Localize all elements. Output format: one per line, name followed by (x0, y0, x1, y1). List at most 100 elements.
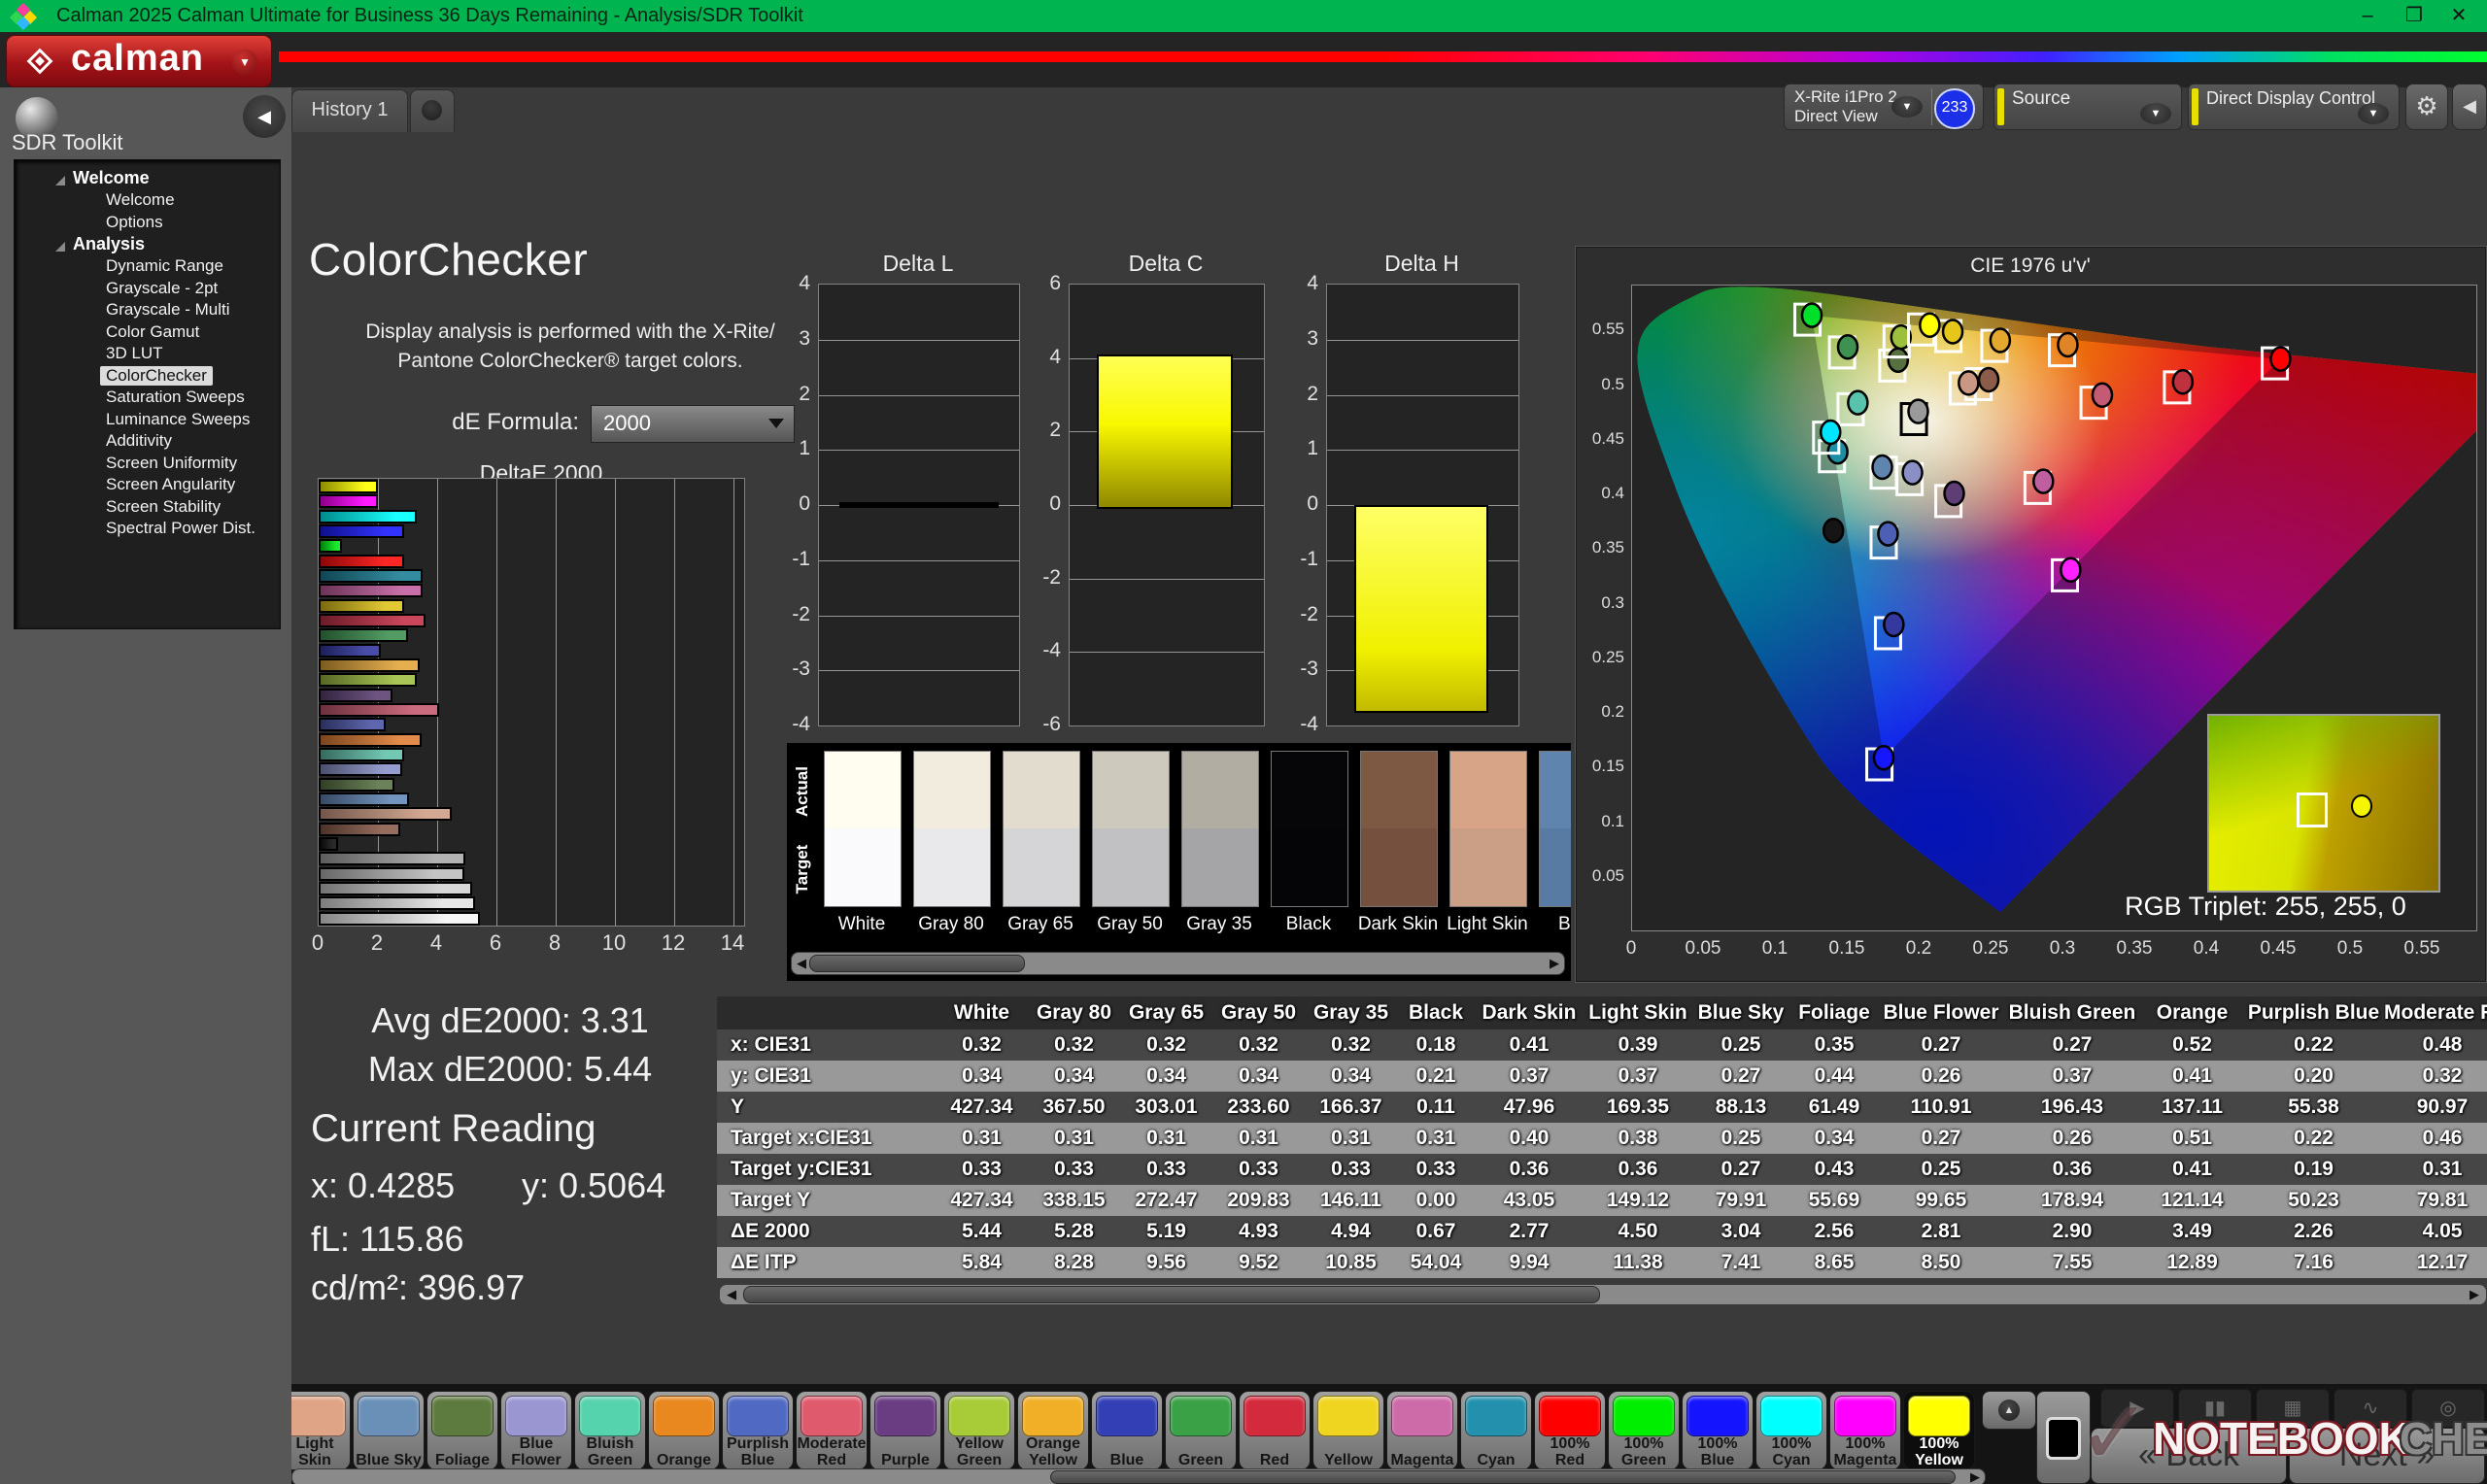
patch-button-foliage[interactable]: Foliage (426, 1391, 498, 1470)
display-control-dropdown[interactable]: Direct Display Control ▼ (2188, 84, 2400, 130)
patch-button-blue-sky[interactable]: Blue Sky (353, 1391, 425, 1470)
patch-button-blue[interactable]: Blue (1091, 1391, 1163, 1470)
patch-button-bluish-green[interactable]: Bluish Green (574, 1391, 646, 1470)
patch-button-red[interactable]: Red (1239, 1391, 1311, 1470)
patch-button-orange-yellow[interactable]: Orange Yellow (1017, 1391, 1089, 1470)
meter-dropdown-arrow-icon[interactable]: ▼ (1891, 96, 1923, 118)
sidebar-item-colorchecker[interactable]: ColorChecker (100, 365, 213, 386)
sidebar-item-screen-angularity[interactable]: Screen Angularity (100, 475, 241, 494)
sidebar-item-saturation-sweeps[interactable]: Saturation Sweeps (100, 388, 251, 407)
tree-expander-icon[interactable] (55, 242, 65, 252)
sidebar-item-grayscale-2pt[interactable]: Grayscale - 2pt (100, 279, 223, 298)
patch-button-100-blue[interactable]: 100% Blue (1682, 1391, 1754, 1470)
minimize-button[interactable]: – (2345, 2, 2390, 29)
media-loop-button[interactable]: ∿ (2334, 1389, 2407, 1428)
patch-button-purple[interactable]: Purple (869, 1391, 941, 1470)
y-tick-4: 4 (799, 272, 810, 294)
tree-expander-icon[interactable] (55, 176, 65, 186)
patch-button-light-skin[interactable]: Light Skin (291, 1391, 351, 1470)
back-button-label: Back (2165, 1436, 2239, 1473)
sidebar-item-options[interactable]: Options (100, 213, 169, 232)
patch-chip (727, 1396, 789, 1436)
source-dropdown-arrow-icon[interactable]: ▼ (2140, 103, 2171, 124)
maximize-button[interactable]: ❐ (2392, 2, 2436, 29)
chart-icon: ▦ (2283, 1398, 2302, 1419)
cell-Y-Gray-65: 303.01 (1135, 1096, 1198, 1118)
cell-Y-Blue-Flower: 110.91 (1910, 1096, 1972, 1118)
scroll-right-icon[interactable]: ▶ (1545, 953, 1564, 974)
y-tick--4: -4 (792, 713, 810, 735)
cell-Target-Y-Purplish-Blue: 50.23 (2288, 1189, 2339, 1211)
patch-button-purplish-blue[interactable]: Purplish Blue (722, 1391, 794, 1470)
scroll-left-icon[interactable]: ◀ (792, 953, 811, 974)
patch-button-green[interactable]: Green (1165, 1391, 1237, 1470)
table-scrollbar-thumb[interactable] (743, 1286, 1600, 1303)
media-pause-button[interactable]: ▮▮ (2178, 1389, 2252, 1428)
patch-button-orange[interactable]: Orange (648, 1391, 720, 1470)
cell-x-CIE31-Moderate-Red: 0.48 (2422, 1033, 2463, 1056)
patch-button-100-yellow[interactable]: 100% Yellow (1903, 1391, 1975, 1470)
patch-button-blue-flower[interactable]: Blue Flower (500, 1391, 572, 1470)
sidebar-group-welcome[interactable]: Welcome (73, 168, 150, 188)
sidebar-item-welcome[interactable]: Welcome (100, 190, 181, 210)
collapse-up-button[interactable]: ▲ (1982, 1391, 2036, 1430)
tab-new[interactable] (410, 89, 455, 132)
patch-button-label: Green (1177, 1452, 1224, 1468)
sidebar-item-additivity[interactable]: Additivity (100, 431, 178, 451)
back-button[interactable]: « Back (2091, 1428, 2287, 1484)
de-formula-dropdown[interactable]: 2000 (591, 405, 795, 443)
cell-Y-Purplish-Blue: 55.38 (2288, 1096, 2339, 1118)
sidebar-item-luminance-sweeps[interactable]: Luminance Sweeps (100, 410, 256, 429)
sidebar-item-screen-uniformity[interactable]: Screen Uniformity (100, 454, 243, 473)
cell-Target-y-CIE31-Orange: 0.41 (2172, 1158, 2212, 1180)
sidebar-item-dynamic-range[interactable]: Dynamic Range (100, 256, 229, 276)
pattern-window-button[interactable] (2036, 1391, 2091, 1484)
meter-dropdown[interactable]: X-Rite i1Pro 2 Direct View ▼ 233 (1784, 84, 1984, 130)
sidebar-item-spectral-power-dist-[interactable]: Spectral Power Dist. (100, 519, 261, 538)
deltae-bar-blue-sky (319, 792, 409, 806)
sidebar-group-analysis[interactable]: Analysis (73, 234, 145, 254)
scroll-right-icon[interactable]: ▶ (2465, 1285, 2484, 1304)
patch-button-yellow[interactable]: Yellow (1312, 1391, 1384, 1470)
logo-dropdown-icon[interactable]: ▼ (232, 50, 257, 75)
media-play-button[interactable]: ▶ (2100, 1389, 2174, 1428)
source-dropdown[interactable]: Source ▼ (1993, 84, 2182, 130)
media-capture-button[interactable]: ◎ (2411, 1389, 2485, 1428)
patch-row-scrollbar[interactable]: ▶ (291, 1468, 1986, 1484)
calman-logo-button[interactable]: calman ▼ (6, 35, 272, 87)
patch-button-100-red[interactable]: 100% Red (1534, 1391, 1606, 1470)
deltae-bar-moderate-red (319, 702, 439, 717)
sidebar-item-color-gamut[interactable]: Color Gamut (100, 322, 205, 342)
cell-y-CIE31-Orange: 0.41 (2172, 1064, 2212, 1087)
scroll-right-icon[interactable]: ▶ (1965, 1469, 1985, 1484)
close-button[interactable]: ✕ (2436, 2, 2481, 29)
chevron-left-icon: ◀ (257, 107, 271, 126)
cell--E-2000-Gray-65: 5.19 (1146, 1220, 1186, 1242)
sidebar-collapse-button[interactable]: ◀ (243, 95, 286, 138)
sidebar-item-screen-stability[interactable]: Screen Stability (100, 497, 226, 517)
cie-measured-purple (1943, 480, 1965, 507)
next-button[interactable]: Next » (2289, 1428, 2485, 1484)
table-scrollbar[interactable]: ◀ ▶ (719, 1284, 2487, 1305)
settings-gear-button[interactable]: ⚙ (2405, 84, 2448, 130)
patch-scrollbar-thumb[interactable] (1050, 1470, 1956, 1484)
sidebar-item-3d-lut[interactable]: 3D LUT (100, 344, 169, 363)
sidebar-item-grayscale-multi[interactable]: Grayscale - Multi (100, 300, 236, 320)
patch-button-cyan[interactable]: Cyan (1460, 1391, 1532, 1470)
swatch-scrollbar[interactable]: ◀ ▶ (791, 952, 1565, 975)
media-chart-button[interactable]: ▦ (2256, 1389, 2330, 1428)
patch-button-100-green[interactable]: 100% Green (1608, 1391, 1680, 1470)
patch-button-magenta[interactable]: Magenta (1386, 1391, 1458, 1470)
patch-button-100-cyan[interactable]: 100% Cyan (1755, 1391, 1827, 1470)
display-control-dropdown-arrow-icon[interactable]: ▼ (2358, 103, 2389, 124)
patch-button-label: Blue (1109, 1452, 1144, 1468)
patch-button-100-magenta[interactable]: 100% Magenta (1829, 1391, 1901, 1470)
tab-history-1[interactable]: History 1 (291, 89, 408, 132)
patch-button-yellow-green[interactable]: Yellow Green (943, 1391, 1015, 1470)
panel-collapse-button[interactable]: ◀ (2452, 84, 2487, 130)
swatch-scrollbar-thumb[interactable] (809, 955, 1025, 972)
patch-button-moderate-red[interactable]: Moderate Red (796, 1391, 868, 1470)
row-label: ΔE 2000 (731, 1220, 810, 1242)
scroll-left-icon[interactable]: ◀ (722, 1285, 741, 1304)
cie-measured-magenta-100 (2060, 556, 2082, 583)
